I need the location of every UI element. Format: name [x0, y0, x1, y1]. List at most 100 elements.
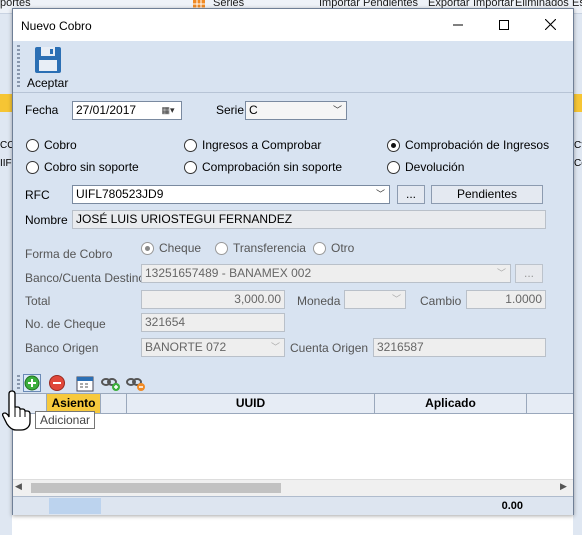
footer-selected-cell: [49, 498, 101, 514]
chevron-down-icon: ﹀: [391, 294, 401, 304]
forma-de-cobro-label: Forma de Cobro: [25, 247, 113, 261]
serie-label: Serie: [216, 103, 245, 117]
radio-circle[interactable]: [26, 161, 39, 174]
close-icon: [544, 18, 556, 31]
banco-destino-label: Banco/Cuenta Destino: [25, 271, 146, 285]
radio-circle[interactable]: [184, 161, 197, 174]
scroll-right-icon[interactable]: ▶: [560, 481, 567, 492]
chevron-down-icon: ﹀: [270, 342, 280, 352]
no-cheque-label: No. de Cheque: [25, 317, 106, 331]
no-cheque-field: 321654: [141, 313, 285, 332]
scroll-left-icon[interactable]: ◀: [15, 481, 22, 492]
bg-fragment: Cta: [574, 140, 582, 157]
bg-selected-cell: [0, 94, 12, 112]
minimize-icon: [453, 24, 463, 26]
fecha-value: 27/01/2017: [76, 103, 137, 117]
grid-toolbar: [13, 373, 573, 393]
link-add-icon: [101, 378, 120, 391]
cobro-form: Fecha 27/01/2017 ▦▾ Serie C ﹀ Cobro Ingr…: [13, 93, 573, 373]
serie-select[interactable]: C ﹀: [245, 101, 347, 120]
fecha-date-picker[interactable]: 27/01/2017 ▦▾: [72, 101, 182, 120]
uuid-grid[interactable]: Asiento UUID Aplicado ◀ ▶ 0.00: [13, 393, 573, 515]
radio-label: Cobro: [44, 138, 77, 152]
horizontal-scrollbar[interactable]: ◀ ▶: [13, 479, 573, 496]
nombre-label: Nombre: [25, 213, 68, 227]
cuenta-origen-label: Cuenta Origen: [290, 341, 369, 355]
aceptar-button[interactable]: Aceptar: [23, 45, 71, 91]
maximize-icon: [499, 20, 509, 30]
grid-header-uuid[interactable]: UUID: [127, 394, 375, 414]
radio-circle[interactable]: [184, 139, 197, 152]
toolbar-grip[interactable]: [17, 45, 20, 89]
maximize-button[interactable]: [481, 9, 527, 41]
total-value: 3,000.00: [234, 292, 281, 306]
fecha-label: Fecha: [25, 103, 59, 117]
hand-pointer-icon: [2, 390, 31, 431]
radio-label: Devolución: [405, 160, 465, 174]
main-toolbar: Aceptar: [13, 41, 573, 93]
grid-header-filler: [527, 394, 573, 414]
nombre-value: JOSÉ LUIS URIOSTEGUI FERNANDEZ: [76, 212, 293, 226]
background-app-right: [573, 14, 582, 535]
banco-destino-value: 13251657489 - BANAMEX 002: [145, 266, 312, 280]
remove-button[interactable]: [48, 374, 66, 392]
background-app-left: [0, 14, 12, 535]
radio-circle[interactable]: [387, 139, 400, 152]
radio-label: Otro: [331, 241, 355, 255]
link-remove-icon: [126, 378, 145, 391]
rfc-label: RFC: [25, 188, 50, 202]
pendientes-button[interactable]: Pendientes: [431, 185, 543, 204]
banco-origen-label: Banco Origen: [25, 341, 99, 355]
aceptar-label: Aceptar: [27, 76, 69, 90]
banco-origen-value: BANORTE 072: [145, 340, 227, 354]
calendar-button[interactable]: [76, 374, 94, 392]
serie-value: C: [249, 103, 258, 117]
cambio-field: 1.0000: [466, 290, 546, 309]
bg-fragment: IIF: [0, 158, 12, 175]
radio-label: Transferencia: [233, 241, 306, 255]
title-bar[interactable]: Nuevo Cobro: [13, 9, 573, 41]
window-title: Nuevo Cobro: [21, 19, 92, 33]
save-disk-icon: [35, 47, 61, 73]
calendar-dropdown-icon[interactable]: ▦▾: [155, 102, 181, 119]
chevron-down-icon: ﹀: [496, 268, 506, 278]
moneda-select[interactable]: ﹀: [344, 290, 406, 309]
radio-circle[interactable]: [387, 161, 400, 174]
link-add-button[interactable]: [101, 374, 120, 392]
moneda-label: Moneda: [297, 294, 341, 308]
tooltip: Adicionar: [35, 411, 96, 429]
radio-circle[interactable]: [141, 242, 154, 255]
banco-destino-select[interactable]: 13251657489 - BANAMEX 002 ﹀: [141, 264, 511, 283]
radio-label: Ingresos a Comprobar: [202, 138, 322, 152]
bg-selected-cell: [574, 94, 582, 112]
minimize-button[interactable]: [435, 9, 481, 41]
grid-footer: 0.00: [13, 496, 573, 515]
link-remove-button[interactable]: [126, 374, 145, 392]
close-button[interactable]: [527, 9, 573, 41]
radio-label: Cobro sin soporte: [44, 160, 139, 174]
total-label: Total: [25, 294, 51, 308]
rfc-value: UIFL780523JD9: [76, 187, 164, 201]
radio-circle[interactable]: [26, 139, 39, 152]
cuenta-origen-value: 3216587: [377, 340, 424, 354]
scrollbar-thumb[interactable]: [31, 483, 281, 493]
banco-destino-browse-button[interactable]: ...: [515, 264, 543, 283]
bg-fragment: Co: [574, 158, 582, 175]
banco-origen-select[interactable]: BANORTE 072 ﹀: [141, 338, 285, 357]
chevron-down-icon: ﹀: [332, 105, 342, 115]
cuenta-origen-field: 3216587: [373, 338, 546, 357]
rfc-combobox[interactable]: UIFL780523JD9 ﹀: [72, 185, 390, 204]
aplicado-total: 0.00: [501, 500, 523, 512]
radio-label: Cheque: [159, 241, 202, 255]
nuevo-cobro-dialog: Nuevo Cobro Aceptar Fecha 27/01/2017 ▦▾ …: [12, 8, 574, 515]
rfc-browse-button[interactable]: ...: [397, 185, 425, 204]
nombre-field: JOSÉ LUIS URIOSTEGUI FERNANDEZ: [72, 210, 546, 229]
radio-circle[interactable]: [215, 242, 228, 255]
grid-header-aplicado[interactable]: Aplicado: [375, 394, 527, 414]
chevron-down-icon[interactable]: ﹀: [372, 186, 389, 203]
no-cheque-value: 321654: [145, 315, 186, 329]
grid-header-spacer[interactable]: [101, 394, 127, 414]
cambio-label: Cambio: [420, 294, 462, 308]
radio-label: Comprobación sin soporte: [202, 160, 343, 174]
radio-circle[interactable]: [313, 242, 326, 255]
